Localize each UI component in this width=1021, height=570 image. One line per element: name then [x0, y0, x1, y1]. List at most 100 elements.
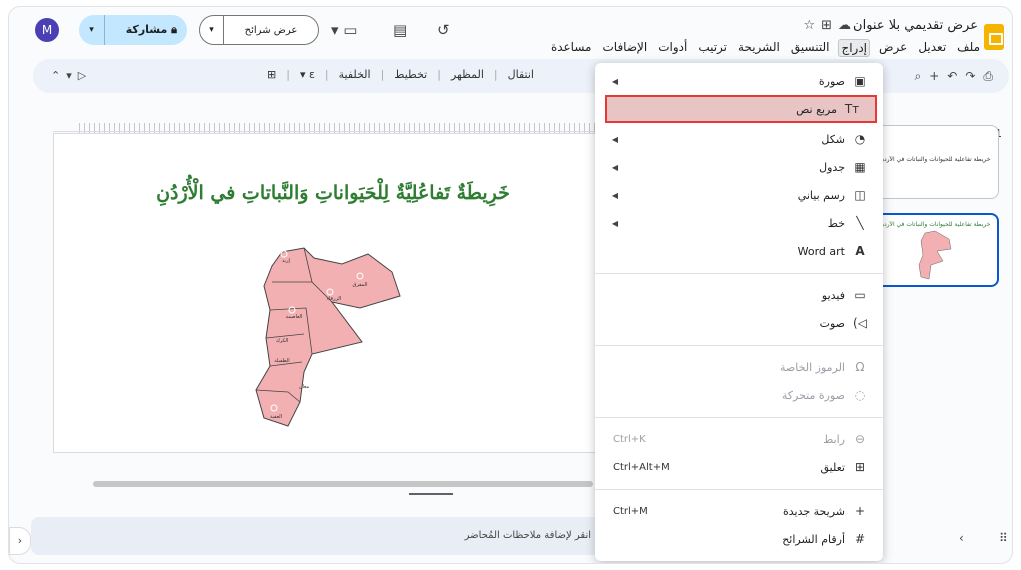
- menu-item-new-slide[interactable]: + شريحة جديدة Ctrl+M: [595, 497, 883, 525]
- menu-arrange[interactable]: ترتيب: [696, 39, 729, 57]
- menu-item-table[interactable]: ▦ جدول ◀: [595, 153, 883, 181]
- menu-item-image[interactable]: ▣ صورة ◀: [595, 67, 883, 95]
- expand-chevron-icon[interactable]: ›: [9, 527, 31, 555]
- menu-item-line[interactable]: ╲ خط ◀: [595, 209, 883, 237]
- menu-item-comment[interactable]: ⊞ تعليق Ctrl+Alt+M: [595, 453, 883, 481]
- menu-divider: [595, 489, 883, 490]
- submenu-arrow-icon: ◀: [611, 162, 619, 172]
- document-title[interactable]: عرض تقديمي بلا عنوان: [853, 18, 978, 33]
- redo-icon[interactable]: ↷: [965, 69, 983, 83]
- slide-thumbnail-2[interactable]: خريطة تفاعلية للحيوانات والنباتات في الأ…: [871, 213, 999, 287]
- comment-add-icon[interactable]: ⊞: [265, 68, 278, 81]
- comments-icon[interactable]: ▤: [393, 21, 407, 39]
- title-actions: ☆⊞☁: [803, 18, 857, 33]
- toolbar-left-icons: ⌃▾▷: [51, 69, 92, 82]
- menu-insert[interactable]: إدراج: [838, 39, 871, 57]
- map-label-karak: الكرك: [276, 338, 289, 344]
- shortcut-text: Ctrl+M: [613, 505, 648, 517]
- video-icon: ▭: [854, 288, 866, 302]
- hash-icon: #: [854, 532, 866, 546]
- menu-item-shape[interactable]: ◔ شكل ◀: [595, 125, 883, 153]
- transition-button[interactable]: انتقال: [506, 68, 536, 81]
- avatar[interactable]: M: [35, 18, 59, 42]
- menu-extensions[interactable]: الإضافات: [600, 39, 649, 57]
- slide-thumbnail-1[interactable]: خريطة تفاعلية للحيوانات والنباتات في الأ…: [871, 125, 999, 199]
- toolbar-right-icons: ⌕+↶↷⎙: [914, 69, 1001, 84]
- menu-item-animation: ◌ صورة متحركة: [595, 381, 883, 409]
- menu-item-video[interactable]: ▭ فيديو: [595, 281, 883, 309]
- move-folder-icon[interactable]: ⊞: [821, 18, 838, 33]
- star-icon[interactable]: ☆: [803, 18, 821, 33]
- menu-edit[interactable]: تعديل: [916, 39, 948, 57]
- menu-tools[interactable]: أدوات: [656, 39, 689, 57]
- jordan-map[interactable]: المفرق الزرقاء العاصمة الكرك الطفيلة معا…: [242, 242, 432, 432]
- submenu-arrow-icon: ◀: [611, 134, 619, 144]
- cloud-status-icon[interactable]: ☁: [838, 18, 857, 33]
- menu-item-text-box[interactable]: Tт مربع نص: [605, 95, 877, 123]
- slideshow-button[interactable]: عرض شرائح ▾: [199, 15, 319, 45]
- map-label-amman: العاصمة: [286, 314, 303, 320]
- notes-resize-handle[interactable]: [409, 493, 453, 495]
- share-dropdown-icon[interactable]: ▾: [79, 15, 105, 45]
- slide-canvas[interactable]: خَرِيطَةٌ تَفاعُلِيَّةٌ لِلْحَيَواناتِ و…: [53, 133, 613, 453]
- menu-item-word-art[interactable]: A Word art: [595, 237, 883, 265]
- grid-view-icon[interactable]: ⠿: [999, 531, 1008, 545]
- share-label: مشاركة: [125, 23, 168, 36]
- menu-item-slide-numbers[interactable]: # أرقام الشرائح: [595, 525, 883, 553]
- menu-item-audio[interactable]: ◁) صوت: [595, 309, 883, 337]
- submenu-arrow-icon: ◀: [611, 76, 619, 86]
- shortcut-text: Ctrl+K: [613, 433, 646, 445]
- animation-icon: ◌: [854, 388, 866, 402]
- new-slide-icon[interactable]: +: [929, 69, 947, 83]
- map-label-aqaba: العقبة: [270, 414, 282, 420]
- text-box-icon: Tт: [844, 102, 860, 116]
- layout-button[interactable]: تخطيط: [392, 68, 429, 81]
- meet-icon[interactable]: ▾ ▭: [331, 21, 357, 39]
- horizontal-scrollbar[interactable]: [93, 481, 593, 487]
- menu-item-chart[interactable]: ◫ رسم بياني ◀: [595, 181, 883, 209]
- menu-view[interactable]: عرض: [877, 39, 909, 57]
- lock-icon: 🔒︎: [171, 23, 177, 36]
- map-label-tafila: الطفيلة: [274, 358, 289, 364]
- ruler-line: [53, 131, 613, 132]
- thumbnail-map-icon: [918, 230, 952, 280]
- menu-bar: ملف تعديل عرض إدراج التنسيق الشريحة ترتي…: [549, 39, 982, 57]
- omega-icon: Ω: [855, 360, 865, 374]
- history-icon[interactable]: ↺: [437, 21, 450, 39]
- pen-dropdown-icon[interactable]: ▾: [66, 69, 78, 82]
- search-menus-icon[interactable]: ⌕: [914, 69, 929, 83]
- slide-title[interactable]: خَرِيطَةٌ تَفاعُلِيَّةٌ لِلْحَيَواناتِ و…: [54, 182, 612, 204]
- menu-help[interactable]: مساعدة: [549, 39, 594, 57]
- shape-icon: ◔: [854, 132, 866, 146]
- undo-icon[interactable]: ↶: [947, 69, 965, 83]
- share-button[interactable]: 🔒︎ مشاركة ▾: [79, 15, 187, 45]
- audio-icon: ◁): [853, 316, 867, 330]
- menu-file[interactable]: ملف: [955, 39, 982, 57]
- menu-item-link: ⊖ رابط Ctrl+K: [595, 425, 883, 453]
- collapse-toolbar-icon[interactable]: ⌃: [51, 69, 66, 82]
- app-window: عرض تقديمي بلا عنوان ☆⊞☁ ملف تعديل عرض إ…: [8, 6, 1013, 564]
- print-icon[interactable]: ⎙: [983, 69, 1001, 83]
- map-label-zarqa: الزرقاء: [327, 296, 341, 302]
- math-icon[interactable]: ε ▾: [298, 68, 317, 81]
- insert-menu: ▣ صورة ◀ Tт مربع نص ◔ شكل ◀ ▦ جدول ◀ ◫ رسم بياني…: [595, 63, 883, 561]
- image-icon: ▣: [854, 74, 866, 88]
- prev-chevron-icon[interactable]: ‹: [959, 531, 964, 545]
- slideshow-dropdown-icon[interactable]: ▾: [200, 16, 224, 44]
- comment-icon: ⊞: [854, 460, 866, 474]
- shortcut-text: Ctrl+Alt+M: [613, 461, 670, 473]
- background-button[interactable]: الخلفية: [337, 68, 373, 81]
- menu-format[interactable]: التنسيق: [789, 39, 832, 57]
- menu-divider: [595, 417, 883, 418]
- thumbnail-text: خريطة تفاعلية للحيوانات والنباتات في الأ…: [879, 221, 991, 228]
- map-label-maan: معان: [299, 384, 310, 390]
- slides-logo-icon[interactable]: [984, 24, 1004, 50]
- menu-slide[interactable]: الشريحة: [736, 39, 782, 57]
- toolbar-text-items: انتقال | المظهر | تخطيط | الخلفية | ε ▾ | ⊞: [265, 68, 536, 81]
- theme-button[interactable]: المظهر: [449, 68, 486, 81]
- link-icon: ⊖: [854, 432, 866, 446]
- speaker-notes[interactable]: انقر لإضافة ملاحظات المُحاضر: [31, 517, 603, 555]
- submenu-arrow-icon: ◀: [611, 218, 619, 228]
- menu-item-special-chars: Ω الرموز الخاصة: [595, 353, 883, 381]
- pen-icon[interactable]: ▷: [78, 69, 92, 82]
